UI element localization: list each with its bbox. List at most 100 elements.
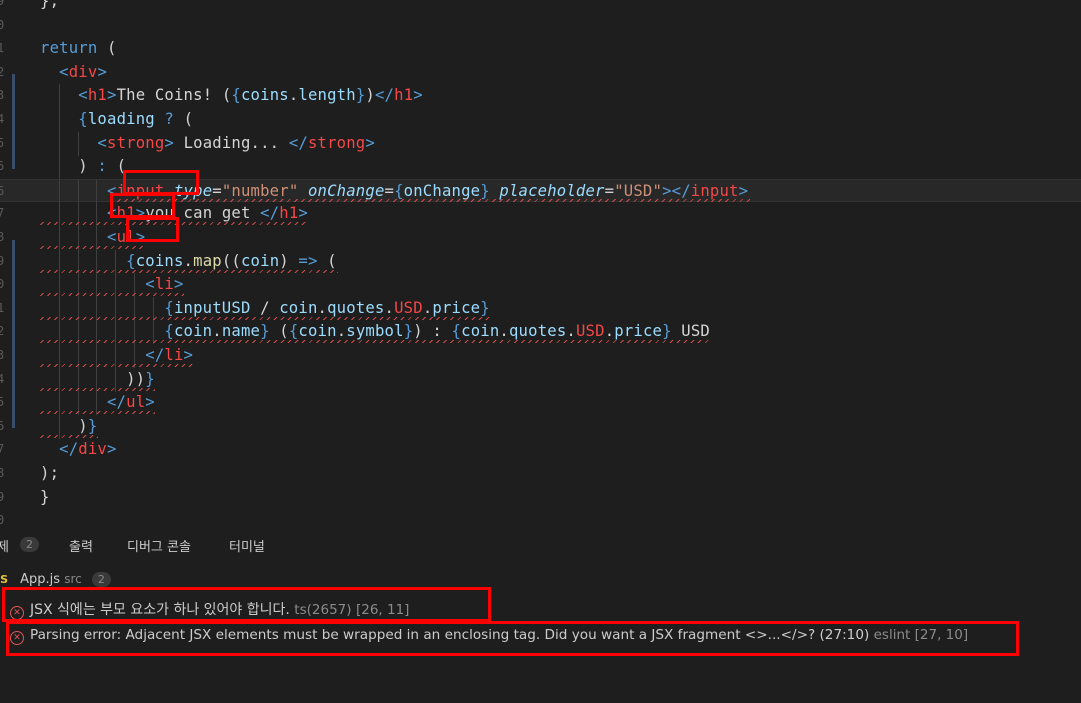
code-line[interactable]: 0 bbox=[0, 509, 1081, 528]
code-token: } bbox=[355, 86, 366, 105]
code-token: > bbox=[97, 62, 108, 81]
code-text: } bbox=[40, 488, 50, 506]
line-number: 2 bbox=[0, 64, 5, 79]
code-token: inputUSD bbox=[173, 298, 251, 317]
code-text: }; bbox=[40, 0, 59, 10]
code-token: name bbox=[221, 322, 261, 341]
code-text: <h1>The Coins! ({coins.length})</h1> bbox=[40, 86, 423, 104]
tab-terminal[interactable]: 터미널 bbox=[229, 536, 265, 555]
code-token: </ bbox=[59, 440, 79, 459]
file-name: App.js bbox=[20, 572, 61, 587]
tab-problems[interactable]: 제 bbox=[0, 536, 9, 555]
code-token: < bbox=[106, 228, 117, 246]
code-line[interactable]: 5 <strong> Loading... </strong> bbox=[0, 131, 1081, 156]
code-token: = bbox=[384, 181, 395, 200]
tab-output[interactable]: 출력 bbox=[69, 536, 93, 555]
code-line[interactable]: 8); bbox=[0, 462, 1081, 486]
code-token: coin bbox=[461, 322, 500, 341]
code-token: : bbox=[97, 157, 107, 176]
error-squiggle bbox=[40, 316, 492, 320]
code-token: ) bbox=[40, 157, 98, 176]
line-number: 8 bbox=[0, 466, 5, 480]
indent-guide bbox=[96, 179, 98, 204]
code-text: return ( bbox=[40, 39, 117, 57]
code-token: ( bbox=[174, 110, 194, 128]
line-number: 8 bbox=[0, 230, 5, 244]
problem-file-row[interactable]: JS App.js src 2 bbox=[0, 572, 111, 587]
line-number: 1 bbox=[0, 41, 5, 56]
code-token: coin bbox=[240, 251, 280, 270]
code-token: { bbox=[164, 298, 174, 317]
code-token: div bbox=[68, 62, 98, 81]
code-token: The Coins! ( bbox=[116, 86, 232, 105]
code-token: ? bbox=[164, 110, 174, 128]
code-token: quotes bbox=[508, 322, 567, 341]
code-token: strong bbox=[107, 133, 165, 152]
code-token: } bbox=[87, 416, 98, 435]
code-token: { bbox=[231, 86, 241, 105]
highlight-box bbox=[2, 587, 491, 622]
code-token: . bbox=[499, 322, 509, 341]
code-token: Loading... bbox=[174, 133, 289, 152]
code-token: </ bbox=[260, 204, 280, 223]
code-line[interactable]: 9}; bbox=[0, 0, 1081, 14]
code-token: }; bbox=[40, 0, 60, 10]
line-number: 0 bbox=[0, 17, 5, 32]
error-squiggle bbox=[116, 198, 751, 202]
line-number: 9 bbox=[0, 253, 5, 268]
code-token: { bbox=[164, 322, 174, 341]
code-token: > bbox=[365, 133, 375, 152]
tab-debug-console[interactable]: 디버그 콘솔 bbox=[127, 536, 191, 555]
code-line[interactable]: 2 <div> bbox=[0, 61, 1081, 85]
code-editor[interactable]: 9}; 0 1 return (2 <div> 3 <h1>The Coins! ({c… bbox=[0, 0, 1081, 528]
line-number: 0 bbox=[0, 513, 5, 528]
code-token: onChange bbox=[307, 181, 385, 200]
line-number: 6 bbox=[0, 183, 5, 198]
line-number: 2 bbox=[0, 324, 5, 339]
code-token: </ bbox=[106, 393, 127, 412]
indent-guide bbox=[77, 131, 79, 156]
code-text: <div> bbox=[40, 63, 107, 81]
code-token: </ bbox=[288, 133, 308, 152]
code-token: { bbox=[78, 110, 88, 128]
line-number: 4 bbox=[0, 112, 5, 126]
line-number: 4 bbox=[0, 371, 5, 386]
code-line[interactable]: 5 </ul> bbox=[0, 391, 1081, 416]
code-token: > bbox=[145, 393, 155, 412]
code-token: ) bbox=[40, 416, 88, 435]
code-line[interactable]: 1 return ( bbox=[0, 37, 1081, 61]
code-line[interactable]: 7 </div> bbox=[0, 438, 1081, 462]
code-token: ); bbox=[40, 464, 60, 482]
code-token: coin bbox=[173, 322, 213, 341]
code-token: onChange bbox=[403, 181, 481, 200]
code-line[interactable]: 0 bbox=[0, 14, 1081, 38]
highlight-box bbox=[110, 193, 175, 218]
code-line[interactable]: 6 )} bbox=[0, 414, 1081, 439]
code-token: > bbox=[107, 86, 117, 105]
code-token: } bbox=[260, 322, 270, 341]
code-token: > bbox=[183, 346, 194, 364]
line-number: 6 bbox=[0, 418, 5, 433]
code-token: </ bbox=[145, 346, 165, 364]
code-token: h1 bbox=[279, 204, 299, 223]
code-text: {loading ? ( bbox=[40, 110, 193, 128]
code-line[interactable]: 4 ))} bbox=[0, 367, 1081, 392]
code-token: . bbox=[422, 298, 433, 317]
error-squiggle bbox=[40, 340, 712, 344]
code-token: { bbox=[394, 181, 404, 200]
code-token: } bbox=[480, 298, 490, 317]
error-squiggle bbox=[40, 269, 338, 273]
code-line[interactable]: 3 <h1>The Coins! ({coins.length})</h1> bbox=[0, 84, 1081, 109]
code-line[interactable]: 9} bbox=[0, 486, 1081, 510]
code-token: )) bbox=[40, 369, 146, 388]
code-token: = bbox=[212, 181, 222, 200]
code-token: ul bbox=[126, 393, 146, 412]
code-token: . bbox=[566, 322, 576, 341]
code-token: length bbox=[298, 86, 356, 105]
code-token: ) bbox=[365, 86, 375, 105]
error-squiggle bbox=[40, 293, 184, 297]
code-line[interactable]: 4 {loading ? ( bbox=[0, 108, 1081, 132]
code-token: h1 bbox=[394, 86, 414, 105]
